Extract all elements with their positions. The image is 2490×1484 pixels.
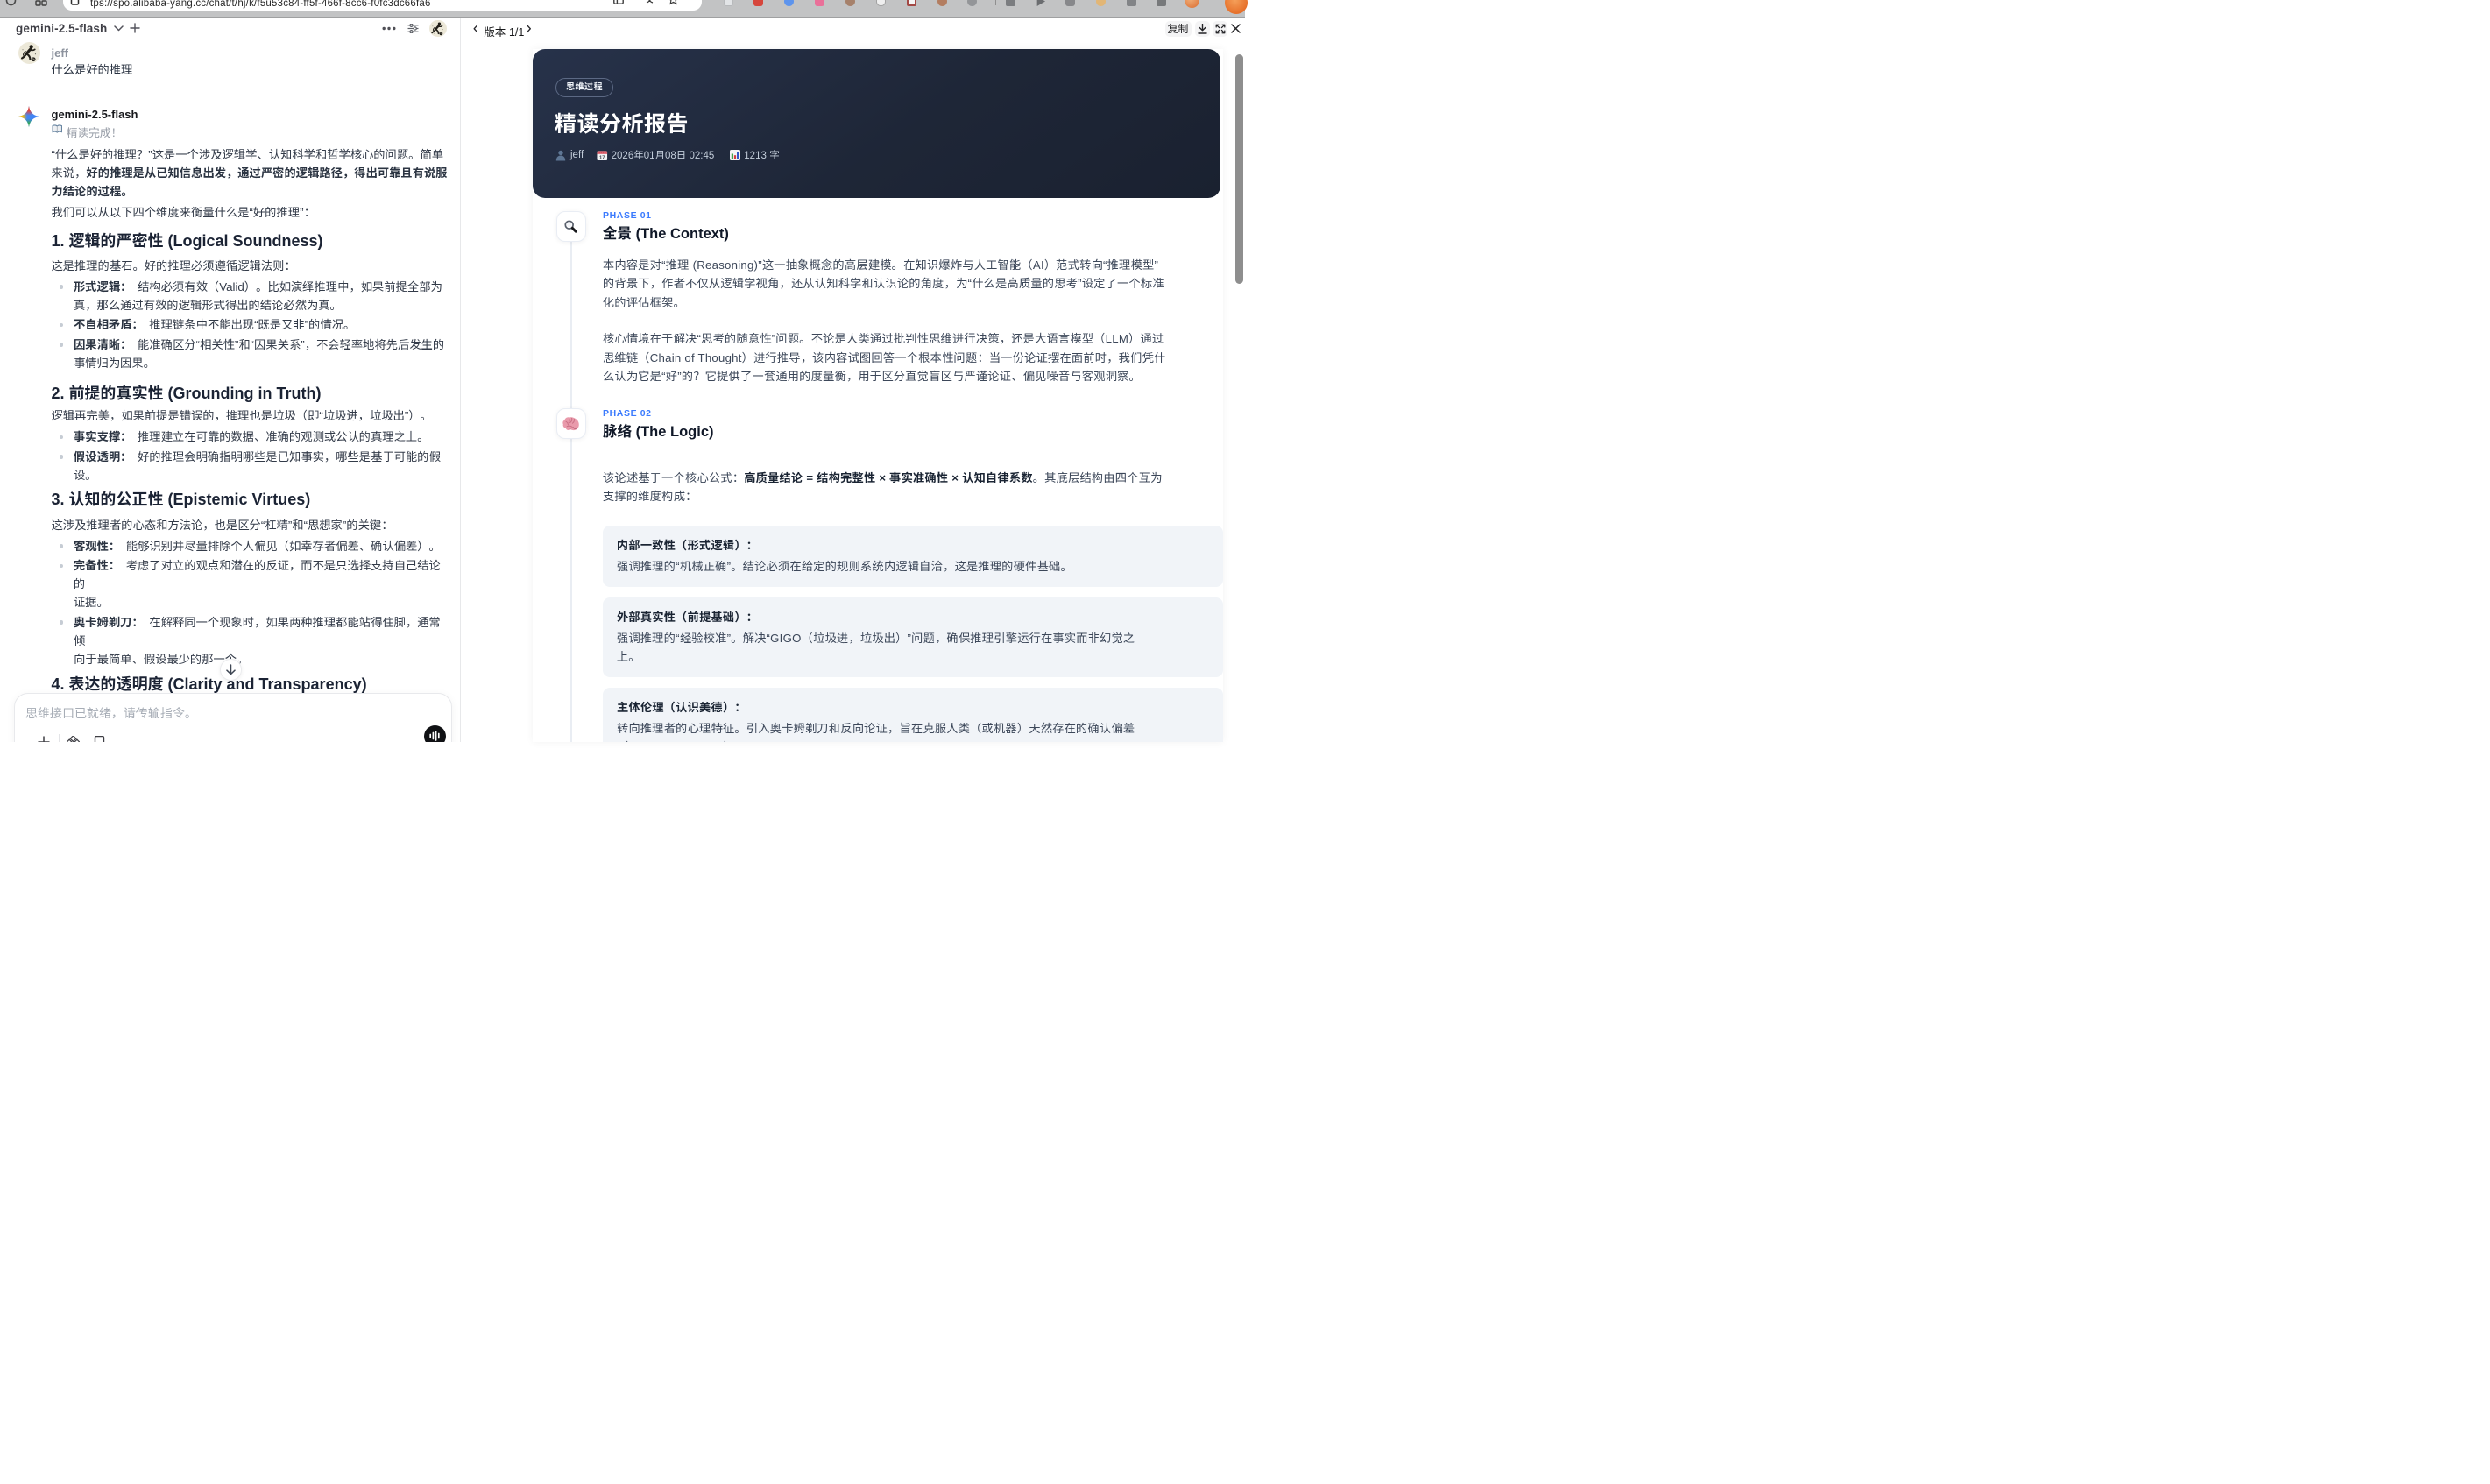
- svg-text:17: 17: [599, 155, 605, 160]
